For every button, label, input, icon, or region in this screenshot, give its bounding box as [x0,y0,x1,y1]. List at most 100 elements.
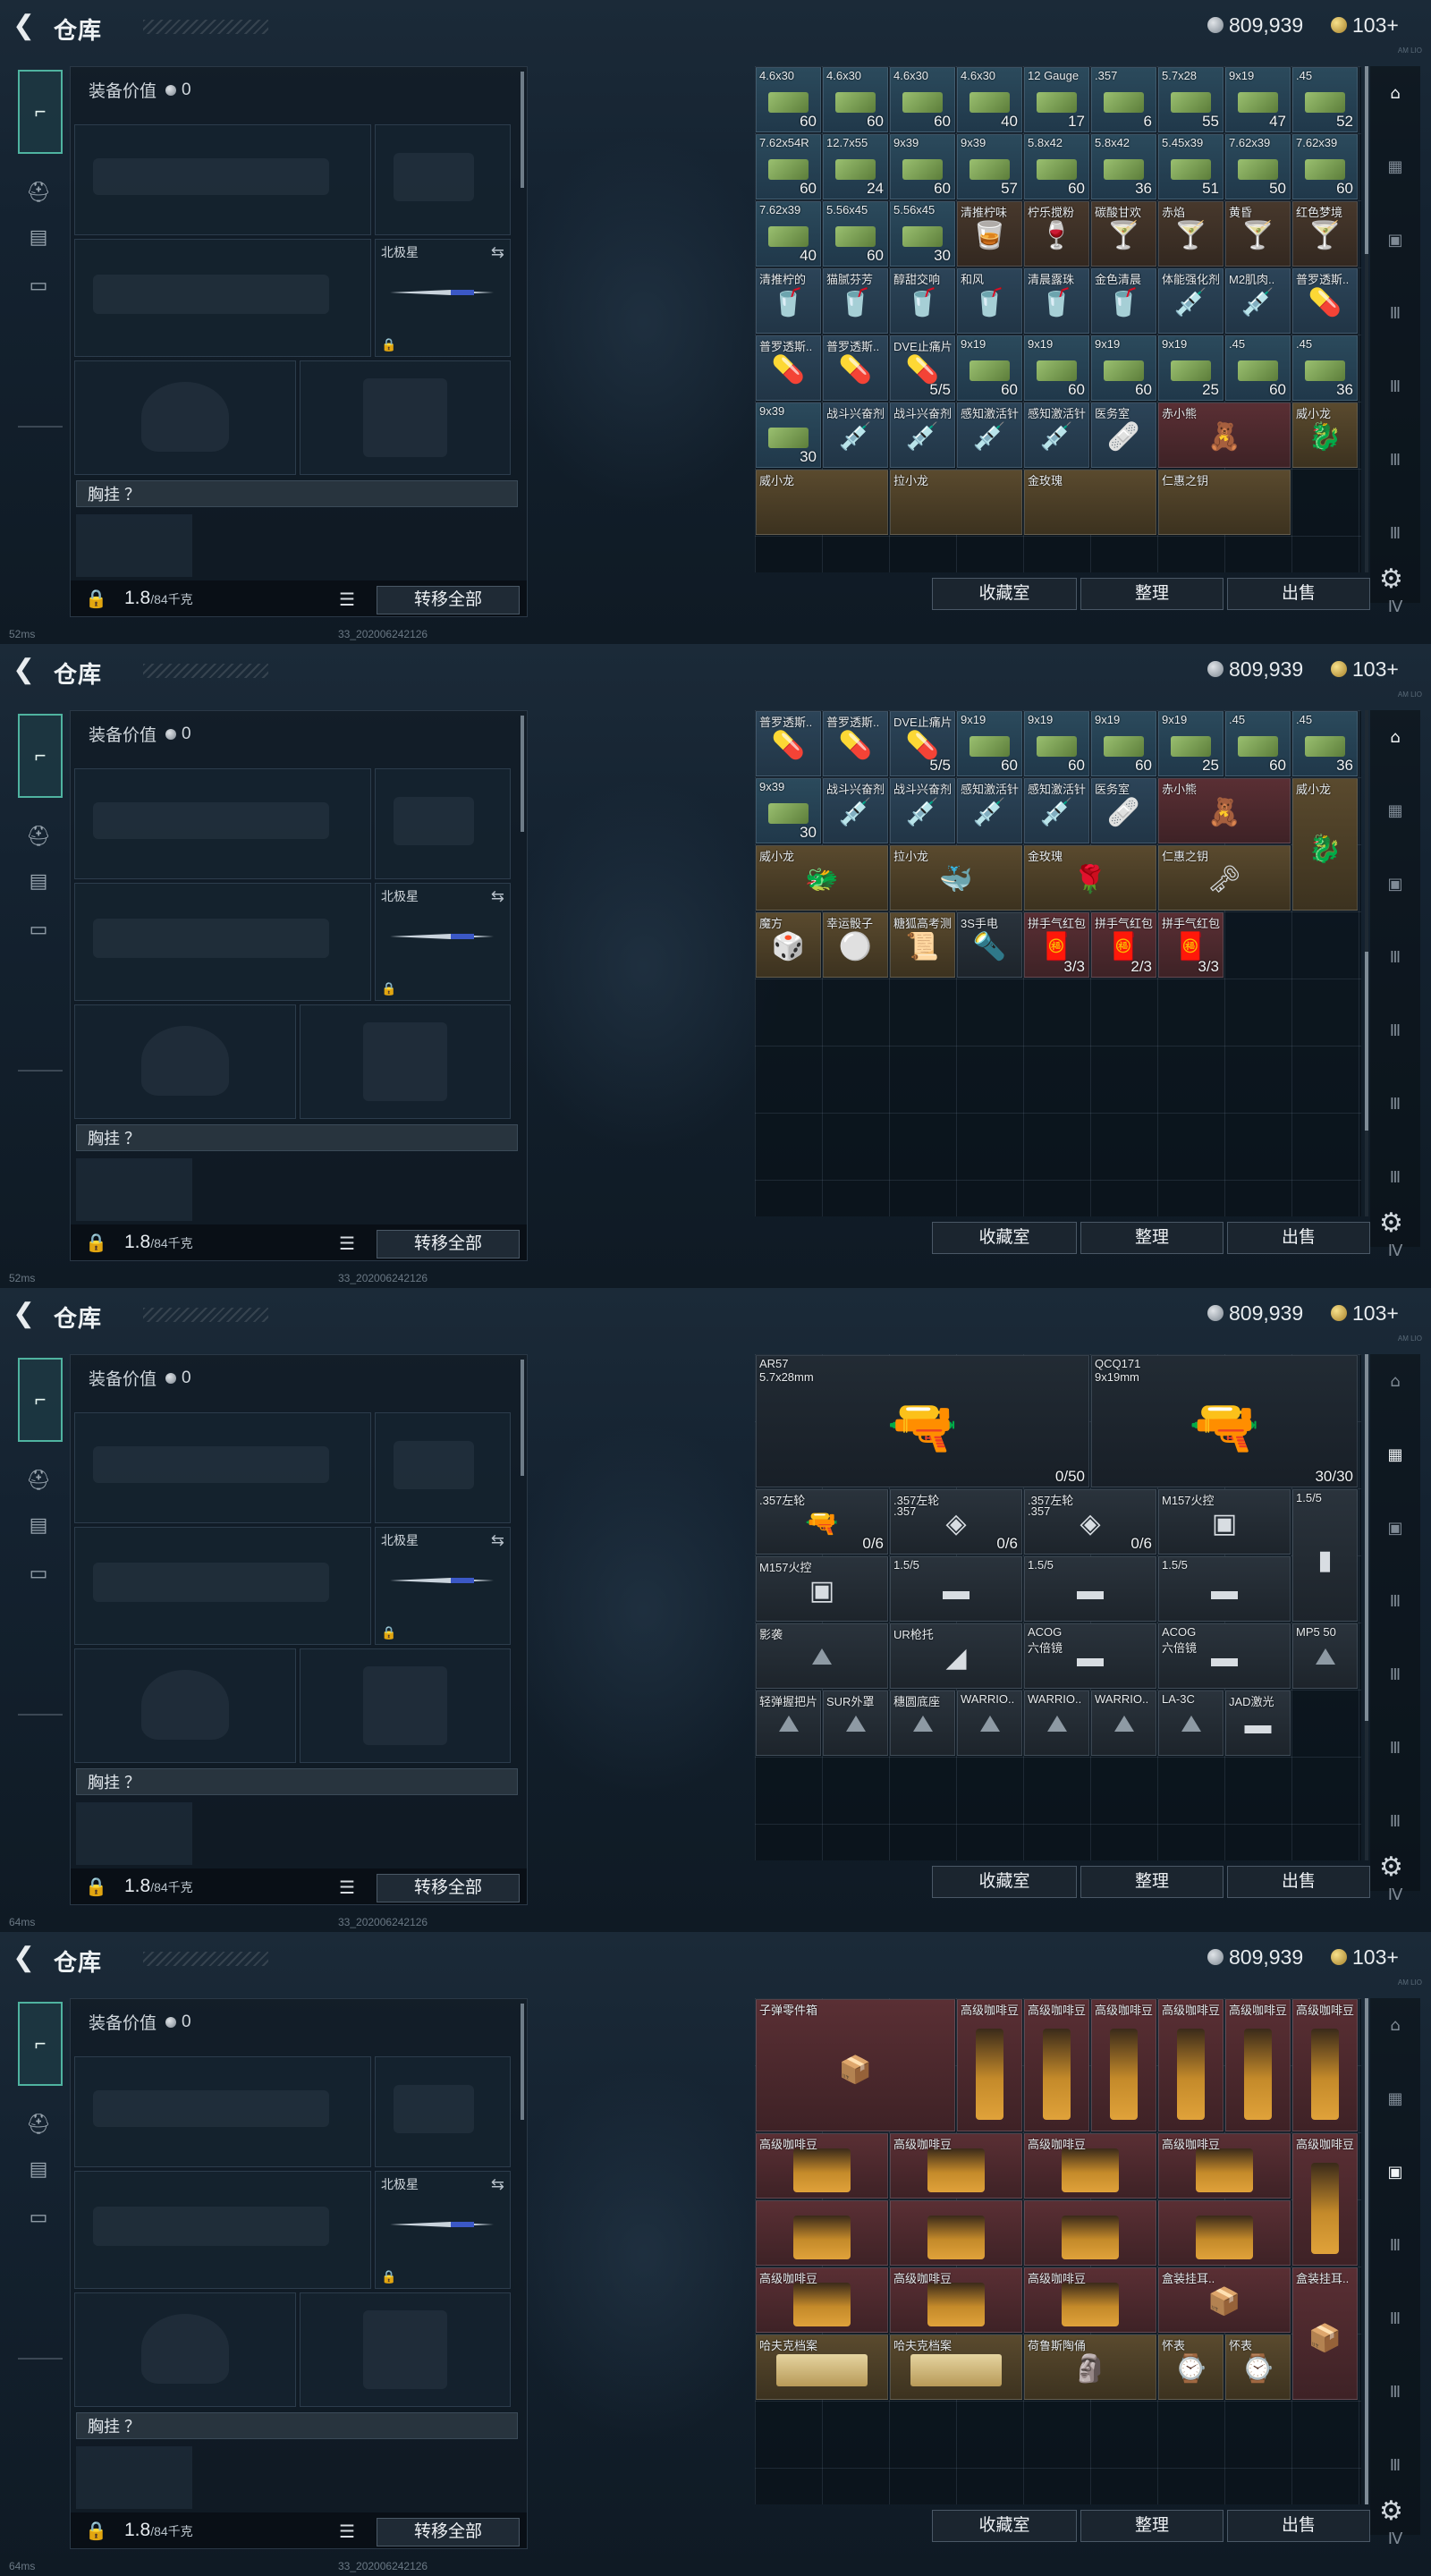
stash-item[interactable]: 12 Gauge 17 [1024,67,1089,132]
primary-weapon-slot[interactable] [74,2056,371,2167]
gun-rack-icon[interactable]: ▦ [1376,791,1415,830]
gold-currency[interactable]: 103+ [1331,1301,1399,1326]
stash-item[interactable]: 🔦 3S手电 [957,912,1022,978]
stash-item[interactable]: 高级咖啡豆 [1091,1999,1156,2131]
transfer-all-button[interactable]: 转移全部 [377,1874,520,1902]
settings-gear-icon[interactable]: ⚙ [1379,1852,1403,1883]
stash-item[interactable]: 🧧 拼手气红包 3/3 [1024,912,1089,978]
primary-weapon-slot-2[interactable] [74,1527,371,1645]
armor-slot[interactable] [300,360,511,475]
sell-button[interactable]: 出售 [1227,1222,1370,1254]
stash-item[interactable]: 9x19 60 [1024,711,1089,776]
stash-item[interactable]: 高级咖啡豆 [1024,2133,1156,2199]
list-icon[interactable]: ☰ [339,589,355,611]
stash-item[interactable]: 哈夫克档案 [756,2334,888,2400]
stash-item[interactable]: 📦 盒装挂耳.. [1292,2267,1358,2400]
stash-item[interactable] [890,2200,1022,2266]
stash-item[interactable]: MP5 50 [1292,1623,1358,1689]
grid-scrollbar[interactable] [1365,66,1368,572]
stash-item[interactable]: 🩹 医务室 [1091,402,1156,468]
settings-gear-icon[interactable]: ⚙ [1379,564,1403,595]
stash-item[interactable]: 🌹 金玫瑰 [1024,845,1156,911]
list-icon[interactable]: ☰ [339,1877,355,1899]
stash-item[interactable]: 高级咖啡豆 [1158,2133,1291,2199]
grid-scroll-thumb[interactable] [1365,1998,1368,2504]
stash-item[interactable]: LA-3C [1158,1690,1224,1756]
stash-item[interactable]: 4.6x30 60 [823,67,888,132]
stash-item[interactable]: ◈ .357左轮 .357 0/6 [1024,1489,1156,1555]
stash-item[interactable]: 9x39 60 [890,134,955,199]
sort-button[interactable]: 整理 [1080,1866,1224,1898]
chest-rig-slot[interactable] [76,514,192,577]
stash-item[interactable]: 5.8x42 60 [1024,134,1089,199]
stash-item[interactable]: ▬ JAD激光 [1225,1690,1291,1756]
stash-item[interactable]: 4.6x30 60 [756,67,821,132]
secondary-slot[interactable]: 北极星 ⇆ 🔒 [375,239,511,357]
stash-item[interactable]: 9x19 60 [957,335,1022,401]
stash-item[interactable]: .357 6 [1091,67,1156,132]
stash-item[interactable]: 🔫 QCQ171 9x19mm 30/30 [1091,1355,1358,1487]
transfer-all-button[interactable]: 转移全部 [377,1230,520,1258]
stash-item[interactable]: .45 36 [1292,711,1358,776]
tab-helmet[interactable]: ⛑ [18,172,59,213]
helmet-slot[interactable] [74,1004,296,1119]
stash-item[interactable]: ◢ UR枪托 [890,1623,1022,1689]
collection-room-button[interactable]: 收藏室 [932,1866,1077,1898]
stash-item[interactable]: 🧧 拼手气红包 3/3 [1158,912,1224,978]
back-arrow-icon[interactable]: ❮ [13,657,39,683]
med-icon[interactable]: Ⅲ [1376,2299,1415,2338]
med-icon[interactable]: Ⅲ [1376,1655,1415,1694]
stash-item[interactable]: 5.45x39 51 [1158,134,1224,199]
stash-item[interactable]: .45 60 [1225,335,1291,401]
stash-item[interactable]: 9x19 60 [1091,711,1156,776]
tab-backpack[interactable]: ▭ [18,1553,59,1594]
stash-item[interactable]: 7.62x39 60 [1292,134,1358,199]
secondary-slot[interactable]: 北极星 ⇆ 🔒 [375,1527,511,1645]
stash-item[interactable]: 7.62x39 40 [756,201,821,267]
stash-item[interactable]: 高级咖啡豆 [1292,1999,1358,2131]
stash-item[interactable]: 💉 感知激活针 [1024,402,1089,468]
swap-icon[interactable]: ⇆ [491,2175,504,2194]
tab-helmet[interactable]: ⛑ [18,2104,59,2145]
stash-item[interactable]: 🧧 拼手气红包 2/3 [1091,912,1156,978]
stash-item[interactable]: 高级咖啡豆 [1024,1999,1089,2131]
tab-weapons[interactable]: ⌐ [18,2002,63,2086]
grid-scrollbar[interactable] [1365,710,1368,1216]
helmet-slot[interactable] [74,1648,296,1763]
stash-item[interactable]: 🥃 清推柠味 [957,201,1022,267]
stash-item[interactable]: ⌚ 怀表 [1225,2334,1291,2400]
stash-item[interactable]: 🍸 碳酸甘欢 [1091,201,1156,267]
stash-item[interactable]: WARRIO.. [1024,1690,1089,1756]
settings-gear-icon[interactable]: ⚙ [1379,1208,1403,1239]
tab-armor[interactable]: ▤ [18,860,59,902]
gear-box-icon[interactable]: ▣ [1376,864,1415,903]
primary-weapon-slot-2[interactable] [74,2171,371,2289]
stash-item[interactable]: ⚪ 幸运骰子 [823,912,888,978]
sell-button[interactable]: 出售 [1227,1866,1370,1898]
stash-item[interactable]: 🐳 拉小龙 [890,845,1022,911]
stash-item[interactable]: WARRIO.. [1091,1690,1156,1756]
left-scrollbar[interactable] [521,1360,524,1476]
helmet-slot[interactable] [74,2292,296,2407]
stash-item[interactable]: WARRIO.. [957,1690,1022,1756]
misc-icon[interactable]: Ⅲ [1376,2445,1415,2485]
stash-item[interactable]: 💊 DVE止痛片 5/5 [890,335,955,401]
stash-item[interactable]: 🎲 魔方 [756,912,821,978]
stash-item[interactable]: 金玫瑰 [1024,470,1156,535]
stash-item[interactable]: 💊 普罗透斯.. [756,711,821,776]
stash-item[interactable]: ▬ 1.5/5 [1024,1556,1156,1622]
swap-icon[interactable]: ⇆ [491,243,504,262]
stash-item[interactable]: 🧸 赤小熊 [1158,778,1291,843]
chest-rig-slot[interactable] [76,2446,192,2509]
stash-item[interactable]: 💉 战斗兴奋剂 [890,402,955,468]
sort-button[interactable]: 整理 [1080,578,1224,610]
stash-item[interactable]: 🥤 清推柠的 [756,268,821,334]
primary-weapon-slot-2[interactable] [74,239,371,357]
stash-item[interactable]: ▬ 1.5/5 [1158,1556,1291,1622]
stash-item[interactable]: ▣ M157火控 [756,1556,888,1622]
stash-item[interactable]: 5.8x42 36 [1091,134,1156,199]
tab-helmet[interactable]: ⛑ [18,816,59,857]
stash-item[interactable]: 🍸 黄昏 [1225,201,1291,267]
collection-room-button[interactable]: 收藏室 [932,2510,1077,2542]
chest-rig-slot[interactable] [76,1802,192,1865]
